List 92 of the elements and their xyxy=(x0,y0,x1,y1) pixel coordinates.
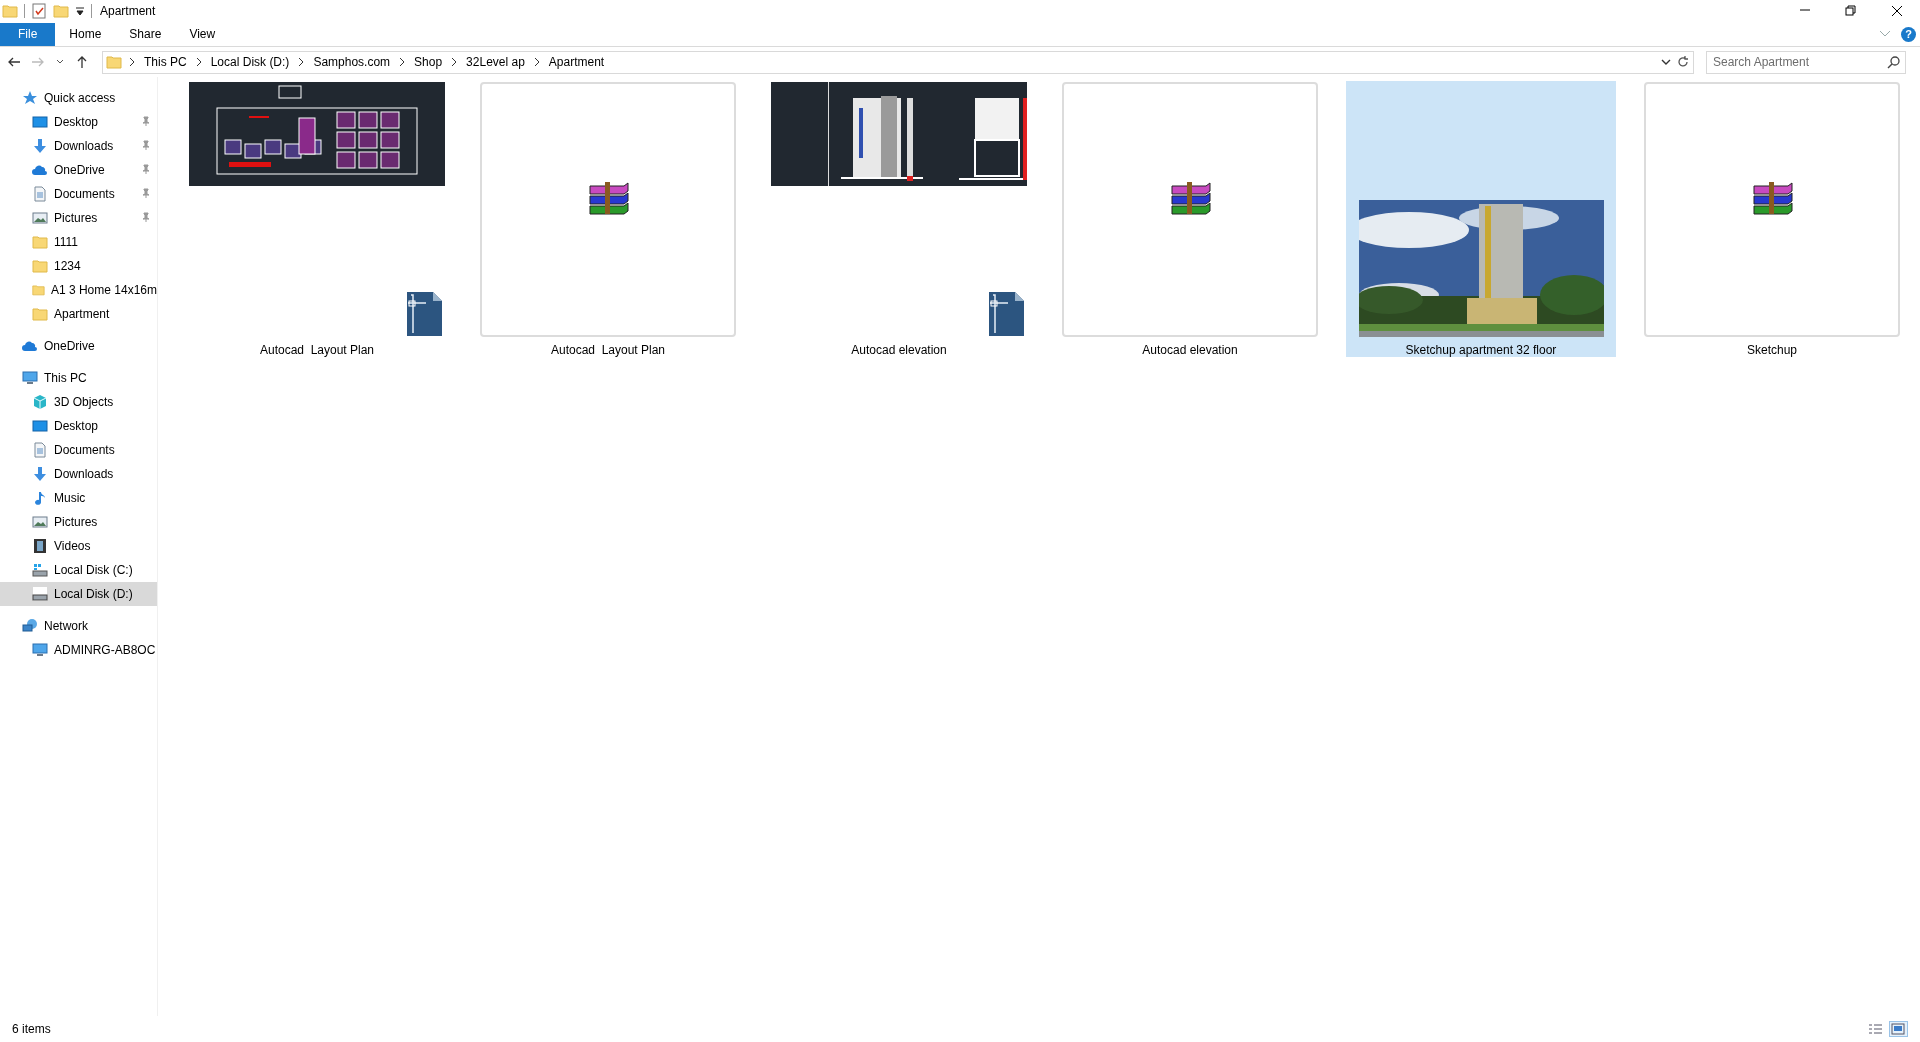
search-field[interactable]: Search Apartment xyxy=(1706,50,1906,74)
desktop-icon xyxy=(32,114,48,130)
star-icon xyxy=(22,90,38,106)
document-icon xyxy=(32,442,48,458)
large-icons-view-button[interactable] xyxy=(1889,1021,1908,1037)
details-view-icon xyxy=(1868,1023,1883,1035)
archive-icon xyxy=(586,179,630,216)
folder-icon xyxy=(32,234,48,250)
search-icon xyxy=(1887,54,1901,69)
film-icon xyxy=(32,538,48,554)
window-title: Apartment xyxy=(100,4,156,18)
drawing-file-icon xyxy=(406,291,443,337)
picture-icon xyxy=(32,514,48,530)
address-bar[interactable]: This PC Local Disk (D:) Samphos.com Shop 32Level ap Apartment xyxy=(102,50,1694,74)
item-count: 6 items xyxy=(12,1022,51,1036)
chevron-icon[interactable] xyxy=(532,57,541,67)
breadcrumb[interactable]: Samphos.com xyxy=(311,55,393,69)
nav-item[interactable]: Desktop xyxy=(0,110,157,134)
refresh-icon[interactable] xyxy=(1676,55,1690,69)
chevron-icon[interactable] xyxy=(450,57,459,67)
nav-item[interactable]: OneDrive xyxy=(0,334,157,358)
restore-icon xyxy=(1845,5,1857,17)
file-tab[interactable]: File xyxy=(0,22,56,46)
nav-item[interactable]: Local Disk (D:) xyxy=(0,582,157,606)
nav-item[interactable]: A1 3 Home 14x16m xyxy=(0,278,157,302)
help-button[interactable]: ? xyxy=(1901,26,1916,42)
file-name: Autocad elevation xyxy=(1142,343,1238,357)
nav-item[interactable]: Videos xyxy=(0,534,157,558)
down-arrow-icon xyxy=(32,138,48,154)
chevron-icon[interactable] xyxy=(128,57,136,67)
drawing-file-icon xyxy=(988,291,1025,337)
file-item[interactable]: Sketchup apartment 32 floor xyxy=(1346,81,1616,357)
close-icon xyxy=(1891,5,1903,17)
nav-item[interactable]: ADMINRG-AB8OC xyxy=(0,638,157,662)
network-icon xyxy=(22,618,38,634)
music-note-icon xyxy=(32,490,48,506)
computer-icon xyxy=(22,370,38,386)
nav-item[interactable]: 1111 xyxy=(0,230,157,254)
computer-icon xyxy=(32,642,48,658)
properties-icon[interactable] xyxy=(31,3,47,19)
file-name: Autocad Layout Plan xyxy=(259,343,375,357)
nav-item[interactable]: Pictures xyxy=(0,206,157,230)
chevron-icon[interactable] xyxy=(398,57,407,67)
nav-item[interactable]: Network xyxy=(0,614,157,638)
large-icons-view-icon xyxy=(1891,1023,1906,1035)
ribbon-tab[interactable]: Share xyxy=(115,23,176,45)
nav-item[interactable]: Local Disk (C:) xyxy=(0,558,157,582)
desktop-icon xyxy=(32,418,48,434)
cube-icon xyxy=(32,394,48,410)
back-icon xyxy=(7,55,21,69)
file-name: Autocad elevation xyxy=(851,343,947,357)
nav-item[interactable]: Documents xyxy=(0,438,157,462)
document-icon xyxy=(32,186,48,202)
archive-icon xyxy=(1168,179,1212,216)
folder-icon xyxy=(32,306,48,322)
chevron-icon[interactable] xyxy=(194,57,203,67)
nav-item[interactable]: OneDrive xyxy=(0,158,157,182)
nav-item[interactable]: Apartment xyxy=(0,302,157,326)
breadcrumb[interactable]: Local Disk (D:) xyxy=(208,55,292,69)
forward-icon xyxy=(31,55,45,69)
drive-icon xyxy=(32,562,48,578)
file-name: Sketchup xyxy=(1746,343,1797,357)
nav-item[interactable]: Desktop xyxy=(0,414,157,438)
ribbon-tab[interactable]: View xyxy=(175,23,230,45)
file-item[interactable]: Autocad Layout Plan xyxy=(182,81,452,357)
nav-item[interactable]: 3D Objects xyxy=(0,390,157,414)
up-icon xyxy=(75,55,89,69)
nav-item[interactable]: 1234 xyxy=(0,254,157,278)
breadcrumb[interactable]: 32Level ap xyxy=(464,55,527,69)
nav-item[interactable]: Downloads xyxy=(0,462,157,486)
nav-item[interactable]: Music xyxy=(0,486,157,510)
nav-item[interactable]: Quick access xyxy=(0,86,157,110)
breadcrumb[interactable]: Apartment xyxy=(546,55,607,69)
nav-item[interactable]: This PC xyxy=(0,366,157,390)
nav-item[interactable]: Pictures xyxy=(0,510,157,534)
nav-item[interactable]: Documents xyxy=(0,182,157,206)
chevron-icon[interactable] xyxy=(297,57,306,67)
file-name: Autocad Layout Plan xyxy=(550,343,666,357)
down-arrow-icon xyxy=(32,466,48,482)
file-name: Sketchup apartment 32 floor xyxy=(1405,343,1557,357)
customize-dropdown-icon[interactable] xyxy=(75,6,85,16)
folder-icon xyxy=(106,54,122,70)
drive-icon xyxy=(32,586,48,602)
breadcrumb[interactable]: Shop xyxy=(412,55,445,69)
picture-icon xyxy=(32,210,48,226)
archive-icon xyxy=(1750,179,1794,216)
file-item[interactable]: Autocad elevation xyxy=(764,81,1034,357)
folder-icon xyxy=(32,258,48,274)
ribbon-tab[interactable]: Home xyxy=(55,23,116,45)
breadcrumb[interactable]: This PC xyxy=(142,55,189,69)
nav-item[interactable]: Downloads xyxy=(0,134,157,158)
folder-icon xyxy=(32,282,45,298)
